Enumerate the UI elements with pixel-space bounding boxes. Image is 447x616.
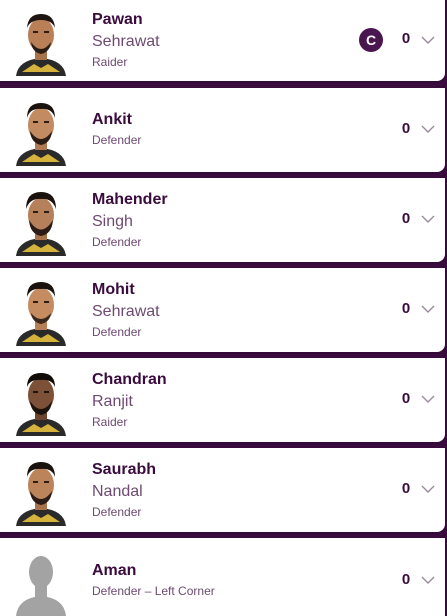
player-name-block: Saurabh Nandal Defender: [92, 459, 156, 520]
player-first-name: Pawan: [92, 11, 143, 28]
player-role: Defender: [92, 133, 142, 147]
player-card[interactable]: Saurabh Nandal Defender 0: [0, 448, 445, 532]
player-card[interactable]: Pawan Sehrawat Raider C 0: [0, 0, 445, 81]
player-last-name: Singh: [92, 213, 133, 230]
player-photo: [12, 100, 70, 166]
player-first-name: Chandran: [92, 371, 167, 388]
player-card[interactable]: Mahender Singh Defender 0: [0, 178, 445, 262]
chevron-down-icon[interactable]: [421, 575, 435, 585]
player-points: 0: [401, 480, 411, 497]
player-points: 0: [401, 210, 411, 227]
chevron-down-icon[interactable]: [421, 304, 435, 314]
player-first-name: Mahender: [92, 191, 168, 208]
captain-badge-icon: C: [359, 28, 383, 52]
player-points: 0: [401, 571, 411, 588]
player-photo: [12, 370, 70, 436]
chevron-down-icon[interactable]: [421, 394, 435, 404]
chevron-down-icon[interactable]: [421, 124, 435, 134]
player-card[interactable]: Aman Defender – Left Corner 0: [0, 538, 445, 616]
player-points: 0: [401, 30, 411, 47]
chevron-down-icon[interactable]: [421, 35, 435, 45]
placeholder-silhouette-icon: [12, 550, 70, 616]
player-photo: [12, 460, 70, 526]
player-name-block: Pawan Sehrawat Raider: [92, 9, 160, 70]
chevron-down-icon[interactable]: [421, 214, 435, 224]
player-first-name: Ankit: [92, 111, 132, 128]
player-role: Raider: [92, 55, 128, 69]
player-role: Defender – Left Corner: [92, 584, 215, 598]
player-role: Defender: [92, 325, 142, 339]
player-last-name: Sehrawat: [92, 33, 160, 50]
player-card[interactable]: Mohit Sehrawat Defender 0: [0, 268, 445, 352]
chevron-down-icon[interactable]: [421, 484, 435, 494]
player-last-name: Nandal: [92, 483, 143, 500]
player-photo: [12, 10, 70, 76]
player-card[interactable]: Chandran Ranjit Raider 0: [0, 358, 445, 442]
player-points: 0: [401, 300, 411, 317]
player-role: Defender: [92, 235, 142, 249]
player-photo: [12, 280, 70, 346]
player-photo: [12, 190, 70, 256]
player-first-name: Mohit: [92, 281, 135, 298]
player-role: Defender: [92, 505, 142, 519]
player-first-name: Saurabh: [92, 461, 157, 478]
player-points: 0: [401, 120, 411, 137]
player-card[interactable]: Ankit Defender 0: [0, 88, 445, 172]
player-name-block: Mohit Sehrawat Defender: [92, 279, 160, 340]
player-points: 0: [401, 390, 411, 407]
player-last-name: Sehrawat: [92, 303, 160, 320]
player-name-block: Mahender Singh Defender: [92, 189, 168, 250]
player-name-block: Chandran Ranjit Raider: [92, 369, 167, 430]
player-first-name: Aman: [92, 562, 137, 579]
player-role: Raider: [92, 415, 128, 429]
player-name-block: Ankit Defender: [92, 109, 141, 148]
player-last-name: Ranjit: [92, 393, 133, 410]
player-name-block: Aman Defender – Left Corner: [92, 560, 215, 599]
